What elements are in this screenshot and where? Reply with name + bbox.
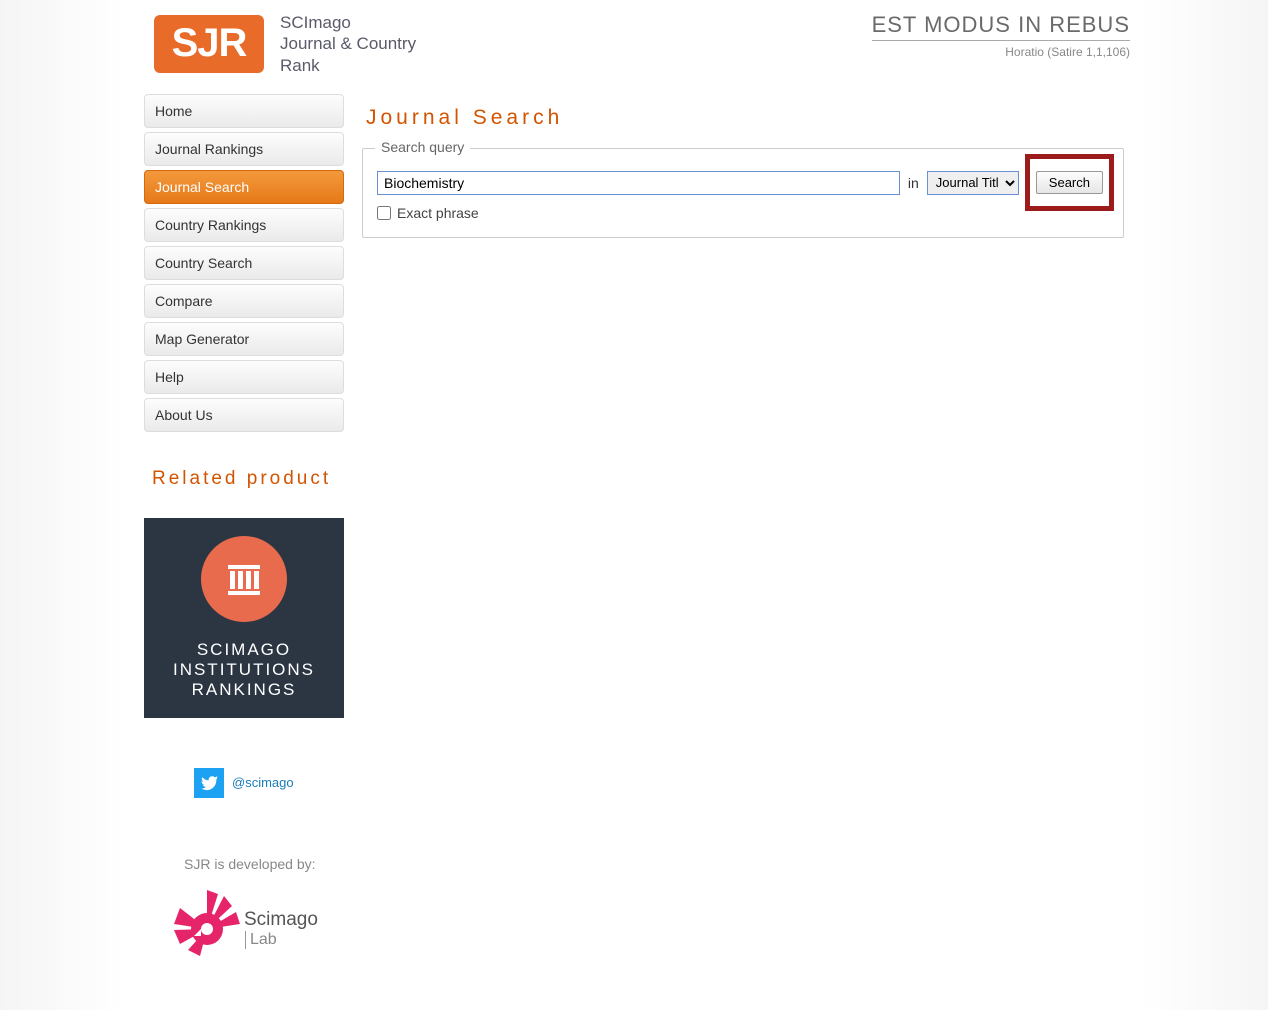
- promo-line1: SCIMAGO: [197, 640, 291, 660]
- logo-line2: Journal & Country: [280, 33, 416, 54]
- exact-phrase-label: Exact phrase: [397, 205, 479, 221]
- sidebar-item-map-generator[interactable]: Map Generator: [144, 322, 344, 356]
- search-button[interactable]: Search: [1036, 171, 1103, 194]
- search-scope-select[interactable]: Journal Title: [927, 171, 1019, 195]
- lab-sub: Lab: [245, 931, 318, 949]
- sidebar-item-help[interactable]: Help: [144, 360, 344, 394]
- sidebar-item-journal-rankings[interactable]: Journal Rankings: [144, 132, 344, 166]
- promo-institutions-rankings[interactable]: SCIMAGO INSTITUTIONS RANKINGS: [144, 518, 344, 718]
- twitter-link[interactable]: @scimago: [194, 768, 344, 798]
- in-label: in: [908, 175, 919, 191]
- sidebar: Home Journal Rankings Journal Search Cou…: [144, 94, 344, 970]
- logo-line3: Rank: [280, 55, 416, 76]
- sidebar-item-about-us[interactable]: About Us: [144, 398, 344, 432]
- exact-phrase-checkbox[interactable]: [377, 206, 391, 220]
- related-product-title: Related product: [152, 468, 344, 490]
- scimago-lab-logo[interactable]: Scimago Lab: [174, 888, 344, 970]
- page-title: Journal Search: [366, 106, 1124, 130]
- motto: EST MODUS IN REBUS: [872, 12, 1130, 41]
- sidebar-item-compare[interactable]: Compare: [144, 284, 344, 318]
- twitter-handle: @scimago: [232, 775, 294, 790]
- fieldset-legend: Search query: [375, 139, 470, 155]
- search-input[interactable]: [377, 171, 900, 195]
- logo-badge[interactable]: SJR: [154, 15, 264, 73]
- institution-icon: [201, 536, 287, 622]
- sidebar-item-country-search[interactable]: Country Search: [144, 246, 344, 280]
- sidebar-item-country-rankings[interactable]: Country Rankings: [144, 208, 344, 242]
- lab-burst-icon: [174, 888, 240, 970]
- promo-line2: INSTITUTIONS: [173, 660, 315, 680]
- lab-name: Scimago: [244, 909, 318, 931]
- search-button-highlight: Search: [1025, 154, 1114, 211]
- twitter-icon: [194, 768, 224, 798]
- developed-by-label: SJR is developed by:: [184, 856, 344, 872]
- pillar-icon: [222, 557, 266, 601]
- header: SJR SCImago Journal & Country Rank EST M…: [134, 12, 1134, 86]
- motto-citation: Horatio (Satire 1,1,106): [872, 45, 1130, 59]
- main-content: Journal Search Search query in Journal T…: [362, 94, 1124, 970]
- sidebar-item-home[interactable]: Home: [144, 94, 344, 128]
- logo-text: SCImago Journal & Country Rank: [280, 12, 416, 76]
- promo-line3: RANKINGS: [192, 680, 297, 700]
- search-query-fieldset: Search query in Journal Title Search Exa…: [362, 148, 1124, 238]
- sidebar-item-journal-search[interactable]: Journal Search: [144, 170, 344, 204]
- logo-line1: SCImago: [280, 12, 416, 33]
